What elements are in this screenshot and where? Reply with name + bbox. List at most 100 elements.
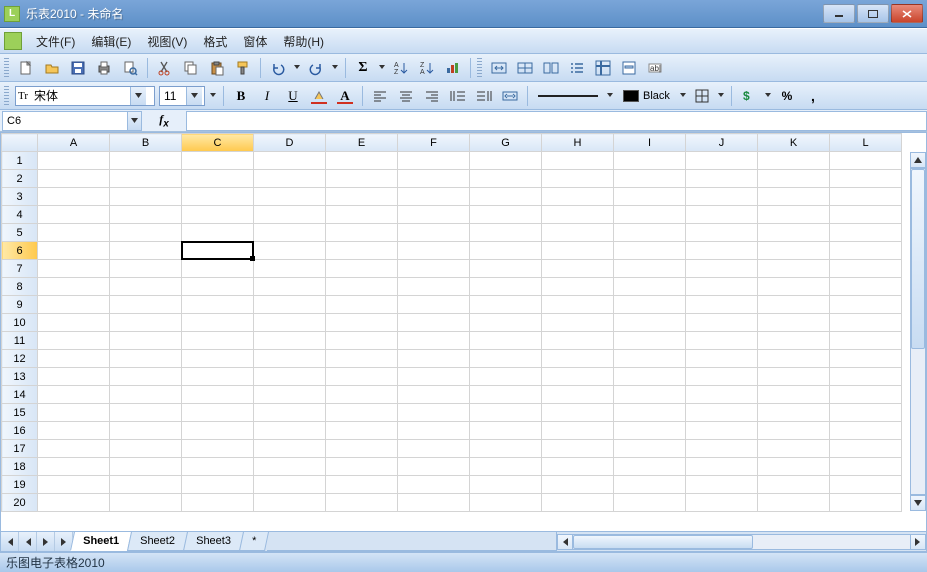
cell[interactable]: [542, 206, 614, 224]
cell[interactable]: [758, 224, 830, 242]
cell[interactable]: [758, 314, 830, 332]
cell[interactable]: [38, 296, 110, 314]
cell[interactable]: [686, 296, 758, 314]
row-header-4[interactable]: 4: [2, 206, 38, 224]
minimize-button[interactable]: [823, 4, 855, 23]
cell[interactable]: [758, 404, 830, 422]
cell[interactable]: [38, 314, 110, 332]
cell[interactable]: [542, 368, 614, 386]
cell[interactable]: [830, 152, 902, 170]
cell[interactable]: [326, 314, 398, 332]
cell[interactable]: [110, 314, 182, 332]
cell[interactable]: [254, 224, 326, 242]
cell[interactable]: [686, 494, 758, 512]
menu-format[interactable]: 格式: [195, 30, 235, 53]
col-header-G[interactable]: G: [470, 134, 542, 152]
cell[interactable]: [758, 350, 830, 368]
cell[interactable]: [398, 458, 470, 476]
cell[interactable]: [758, 476, 830, 494]
cell[interactable]: [542, 278, 614, 296]
cell[interactable]: [38, 368, 110, 386]
tab-nav-first[interactable]: [1, 532, 19, 551]
sheet-tab-2[interactable]: Sheet2: [127, 532, 188, 551]
cell[interactable]: [254, 332, 326, 350]
cell[interactable]: [398, 350, 470, 368]
cell[interactable]: [326, 422, 398, 440]
cell[interactable]: [614, 278, 686, 296]
cell[interactable]: [686, 152, 758, 170]
cell[interactable]: [398, 188, 470, 206]
cell[interactable]: [542, 350, 614, 368]
cell[interactable]: [38, 386, 110, 404]
chart-button[interactable]: [442, 57, 464, 79]
vertical-scrollbar[interactable]: [910, 152, 926, 511]
cell[interactable]: [398, 494, 470, 512]
cell[interactable]: [398, 278, 470, 296]
cell[interactable]: [254, 296, 326, 314]
cell[interactable]: [110, 296, 182, 314]
cell[interactable]: [38, 260, 110, 278]
cell[interactable]: [110, 422, 182, 440]
cell[interactable]: [542, 476, 614, 494]
cell[interactable]: [254, 440, 326, 458]
cell[interactable]: [38, 170, 110, 188]
cell[interactable]: [614, 440, 686, 458]
cell[interactable]: [398, 242, 470, 260]
cell[interactable]: [758, 332, 830, 350]
cell[interactable]: [254, 242, 326, 260]
cell[interactable]: [326, 404, 398, 422]
cell[interactable]: [326, 476, 398, 494]
cell[interactable]: [614, 404, 686, 422]
cell[interactable]: [254, 314, 326, 332]
cell[interactable]: [38, 476, 110, 494]
align-left-button[interactable]: [369, 85, 391, 107]
cell[interactable]: [686, 458, 758, 476]
cell[interactable]: [542, 404, 614, 422]
cell[interactable]: [326, 494, 398, 512]
paste-button[interactable]: [206, 57, 228, 79]
cell[interactable]: [830, 422, 902, 440]
row-header-3[interactable]: 3: [2, 188, 38, 206]
cell[interactable]: [830, 404, 902, 422]
cell[interactable]: [830, 386, 902, 404]
font-size-input[interactable]: [160, 87, 186, 105]
cell[interactable]: [542, 422, 614, 440]
cell[interactable]: [614, 188, 686, 206]
cell[interactable]: [182, 422, 254, 440]
cell[interactable]: [182, 494, 254, 512]
cell[interactable]: [830, 314, 902, 332]
cell[interactable]: [470, 224, 542, 242]
cell[interactable]: [830, 260, 902, 278]
cell[interactable]: [38, 152, 110, 170]
formula-input[interactable]: [186, 111, 927, 131]
cell[interactable]: [182, 314, 254, 332]
cell[interactable]: [542, 242, 614, 260]
row-header-13[interactable]: 13: [2, 368, 38, 386]
cell[interactable]: [686, 170, 758, 188]
undo-button[interactable]: [267, 57, 289, 79]
cell[interactable]: [254, 494, 326, 512]
cell[interactable]: [542, 224, 614, 242]
cell[interactable]: [110, 386, 182, 404]
sheet-tab-1[interactable]: Sheet1: [70, 532, 132, 551]
cell[interactable]: [38, 440, 110, 458]
menu-view[interactable]: 视图(V): [139, 30, 195, 53]
cell[interactable]: [38, 422, 110, 440]
cell[interactable]: [326, 152, 398, 170]
indent-decrease-button[interactable]: [447, 85, 469, 107]
cell[interactable]: [614, 422, 686, 440]
name-box-input[interactable]: [3, 115, 127, 127]
row-header-19[interactable]: 19: [2, 476, 38, 494]
cell[interactable]: [182, 476, 254, 494]
cell[interactable]: [686, 278, 758, 296]
col-header-D[interactable]: D: [254, 134, 326, 152]
cell[interactable]: [614, 314, 686, 332]
cell[interactable]: [470, 314, 542, 332]
align-right-button[interactable]: [421, 85, 443, 107]
cell[interactable]: [182, 278, 254, 296]
cell[interactable]: [830, 242, 902, 260]
form-button[interactable]: [618, 57, 640, 79]
cell[interactable]: [686, 386, 758, 404]
cell[interactable]: [830, 494, 902, 512]
cell[interactable]: [614, 350, 686, 368]
